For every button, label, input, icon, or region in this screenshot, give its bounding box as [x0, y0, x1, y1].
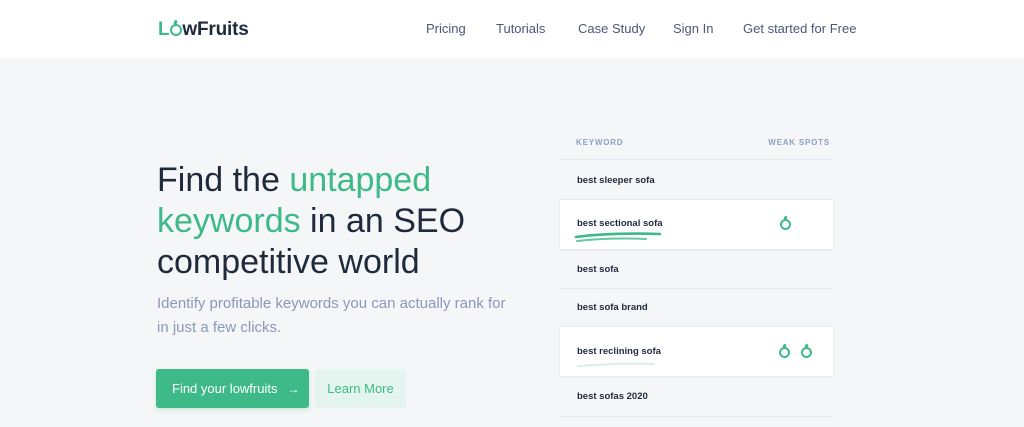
table-row[interactable]: best reclining sofa: [560, 326, 833, 376]
arrow-right-icon: →: [287, 381, 300, 396]
fruit-weak-spot-icon: [779, 347, 790, 358]
table-row[interactable]: best sofa: [560, 249, 833, 288]
fruit-weak-spot-icon: [780, 219, 791, 230]
find-lowfruits-button[interactable]: Find your lowfruits →: [156, 369, 309, 408]
column-header-weak-spots: WEAK SPOTS: [768, 138, 830, 147]
highlight-underline-icon: [577, 362, 655, 367]
primary-button-label: Find your lowfruits: [172, 381, 278, 396]
title-highlight-untapped: untapped: [289, 161, 432, 199]
top-header: Lw Fruits Pricing Tutorials Case Study Si…: [0, 0, 1024, 58]
table-row[interactable]: best sleeper sofa: [560, 159, 833, 199]
table-row[interactable]: best sofas 2020: [560, 376, 833, 416]
nav-case-study[interactable]: Case Study: [578, 21, 645, 36]
nav-pricing[interactable]: Pricing: [426, 21, 466, 36]
title-text: Find the: [157, 161, 290, 199]
keyword-text: best sofas 2020: [577, 391, 648, 402]
fruit-weak-spot-icon: [801, 347, 812, 358]
title-highlight-keywords: keywords: [157, 202, 301, 240]
nav-tutorials[interactable]: Tutorials: [496, 21, 545, 36]
nav-get-started[interactable]: Get started for Free: [743, 21, 856, 36]
main-nav: Pricing Tutorials Case Study Sign In Get…: [0, 21, 1024, 39]
hero-subtitle: Identify profitable keywords you can act…: [157, 295, 506, 336]
highlight-underline-icon: [574, 232, 662, 242]
keyword-text: best sectional sofa: [577, 218, 663, 229]
keyword-table: KEYWORD WEAK SPOTS best sleeper sofa bes…: [560, 120, 833, 427]
learn-more-button[interactable]: Learn More: [315, 369, 406, 408]
hero-title: Find the untapped keywords in an SEO com…: [157, 160, 537, 283]
keyword-text: best sleeper sofa: [577, 175, 655, 186]
secondary-button-label: Learn More: [327, 381, 394, 396]
nav-sign-in[interactable]: Sign In: [673, 21, 713, 36]
column-header-keyword: KEYWORD: [576, 138, 624, 147]
table-row[interactable]: best sectional sofa: [560, 199, 833, 249]
keyword-text: best sofa brand: [577, 302, 648, 313]
keyword-text: best sofa: [577, 264, 619, 275]
keyword-text: best reclining sofa: [577, 346, 661, 357]
table-row-divider: [560, 416, 833, 427]
table-row[interactable]: best sofa brand: [560, 288, 833, 326]
